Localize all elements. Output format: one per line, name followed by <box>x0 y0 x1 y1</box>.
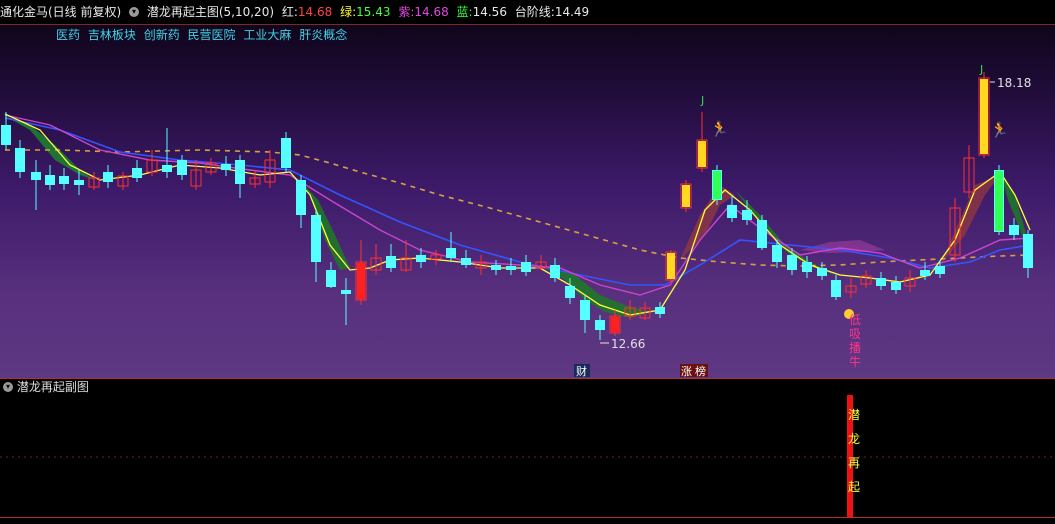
candle-body <box>235 160 245 184</box>
candle-body <box>326 270 336 287</box>
candle-body <box>831 280 841 297</box>
candle-body <box>296 180 306 215</box>
candle-body <box>1009 225 1019 235</box>
candle-body <box>221 164 231 170</box>
candle-body <box>787 255 797 270</box>
candle-body <box>550 265 560 278</box>
candle-body <box>461 258 471 265</box>
candle-body <box>132 168 142 178</box>
candle-body <box>565 286 575 298</box>
highlight-candle <box>611 317 619 332</box>
sub-chart-panel[interactable] <box>0 395 1055 518</box>
highlight-candle <box>980 79 988 154</box>
bang-label: 榜 <box>695 364 706 378</box>
main-chart-panel[interactable]: 通化金马(日线 前复权) ▾ 潜龙再起主图(5,10,20) 红:14.68 绿… <box>0 0 1055 379</box>
candle-body <box>74 180 84 185</box>
candle-body <box>655 307 665 314</box>
ma-ribbon <box>5 116 1030 318</box>
candle-body <box>757 220 767 248</box>
candle-body <box>506 266 516 270</box>
candle-body <box>59 176 69 184</box>
candle-body <box>891 282 901 290</box>
j-marker: J <box>979 63 983 76</box>
candle-body <box>521 262 531 272</box>
candle-body <box>1 125 11 145</box>
candle-body <box>386 256 396 268</box>
candle-body <box>580 300 590 320</box>
j-marker: J <box>700 94 704 107</box>
highlight-candle <box>357 263 365 299</box>
candle-body <box>103 172 113 182</box>
candle-body <box>162 165 172 172</box>
candle-body <box>491 265 501 270</box>
vertical-char: 吸 <box>849 327 861 341</box>
candle-body <box>45 175 55 185</box>
candle-body <box>935 266 945 274</box>
signal-char: 潜 <box>848 408 861 422</box>
zhang-label: 涨 <box>681 365 692 378</box>
candle-body <box>31 172 41 180</box>
candlestick-chart[interactable]: 18.18 12.66 J J 🏃 🏃 低 吸 播 牛 财 涨 榜 <box>0 0 1055 378</box>
candle-body <box>416 255 426 262</box>
highlight-candle <box>667 253 675 279</box>
bottom-status-strip <box>0 518 1055 524</box>
vertical-char: 低 <box>849 313 861 327</box>
signal-char: 再 <box>848 456 861 470</box>
candle-body <box>595 320 605 330</box>
candle-body <box>920 270 930 276</box>
highlight-candle <box>995 171 1003 231</box>
candle-body <box>802 262 812 272</box>
candle-body <box>177 160 187 175</box>
cai-label: 财 <box>576 364 587 378</box>
ma20-line <box>4 117 1031 286</box>
candle-body <box>311 215 321 262</box>
chevron-down-icon[interactable]: ▾ <box>3 381 13 392</box>
candle-body <box>341 290 351 294</box>
candle-body <box>817 268 827 276</box>
candle-body <box>727 205 737 218</box>
signal-char: 龙 <box>848 432 861 446</box>
high-price-label: 18.18 <box>997 76 1031 90</box>
candle-body <box>742 210 752 220</box>
candle-body <box>446 248 456 258</box>
runner-icon: 🏃 <box>990 121 1009 139</box>
signal-char: 起 <box>848 480 861 494</box>
sub-chart-header: ▾ 潜龙再起副图 <box>0 379 1055 395</box>
low-price-label: 12.66 <box>611 337 645 351</box>
candle-body <box>876 278 886 286</box>
candle-body <box>281 138 291 168</box>
highlight-candle <box>682 185 690 207</box>
highlight-candle <box>698 141 706 167</box>
candle-body <box>1023 234 1033 268</box>
signal-label: 潜 龙 再 起 <box>848 403 860 499</box>
sub-chart-title[interactable]: 潜龙再起副图 <box>17 380 89 394</box>
candle-body <box>772 245 782 262</box>
candles[interactable] <box>1 72 1033 340</box>
vertical-char: 牛 <box>849 354 861 369</box>
candle-body <box>15 148 25 172</box>
highlight-candle <box>713 171 721 199</box>
runner-icon: 🏃 <box>710 120 729 138</box>
vertical-char: 播 <box>849 341 861 355</box>
